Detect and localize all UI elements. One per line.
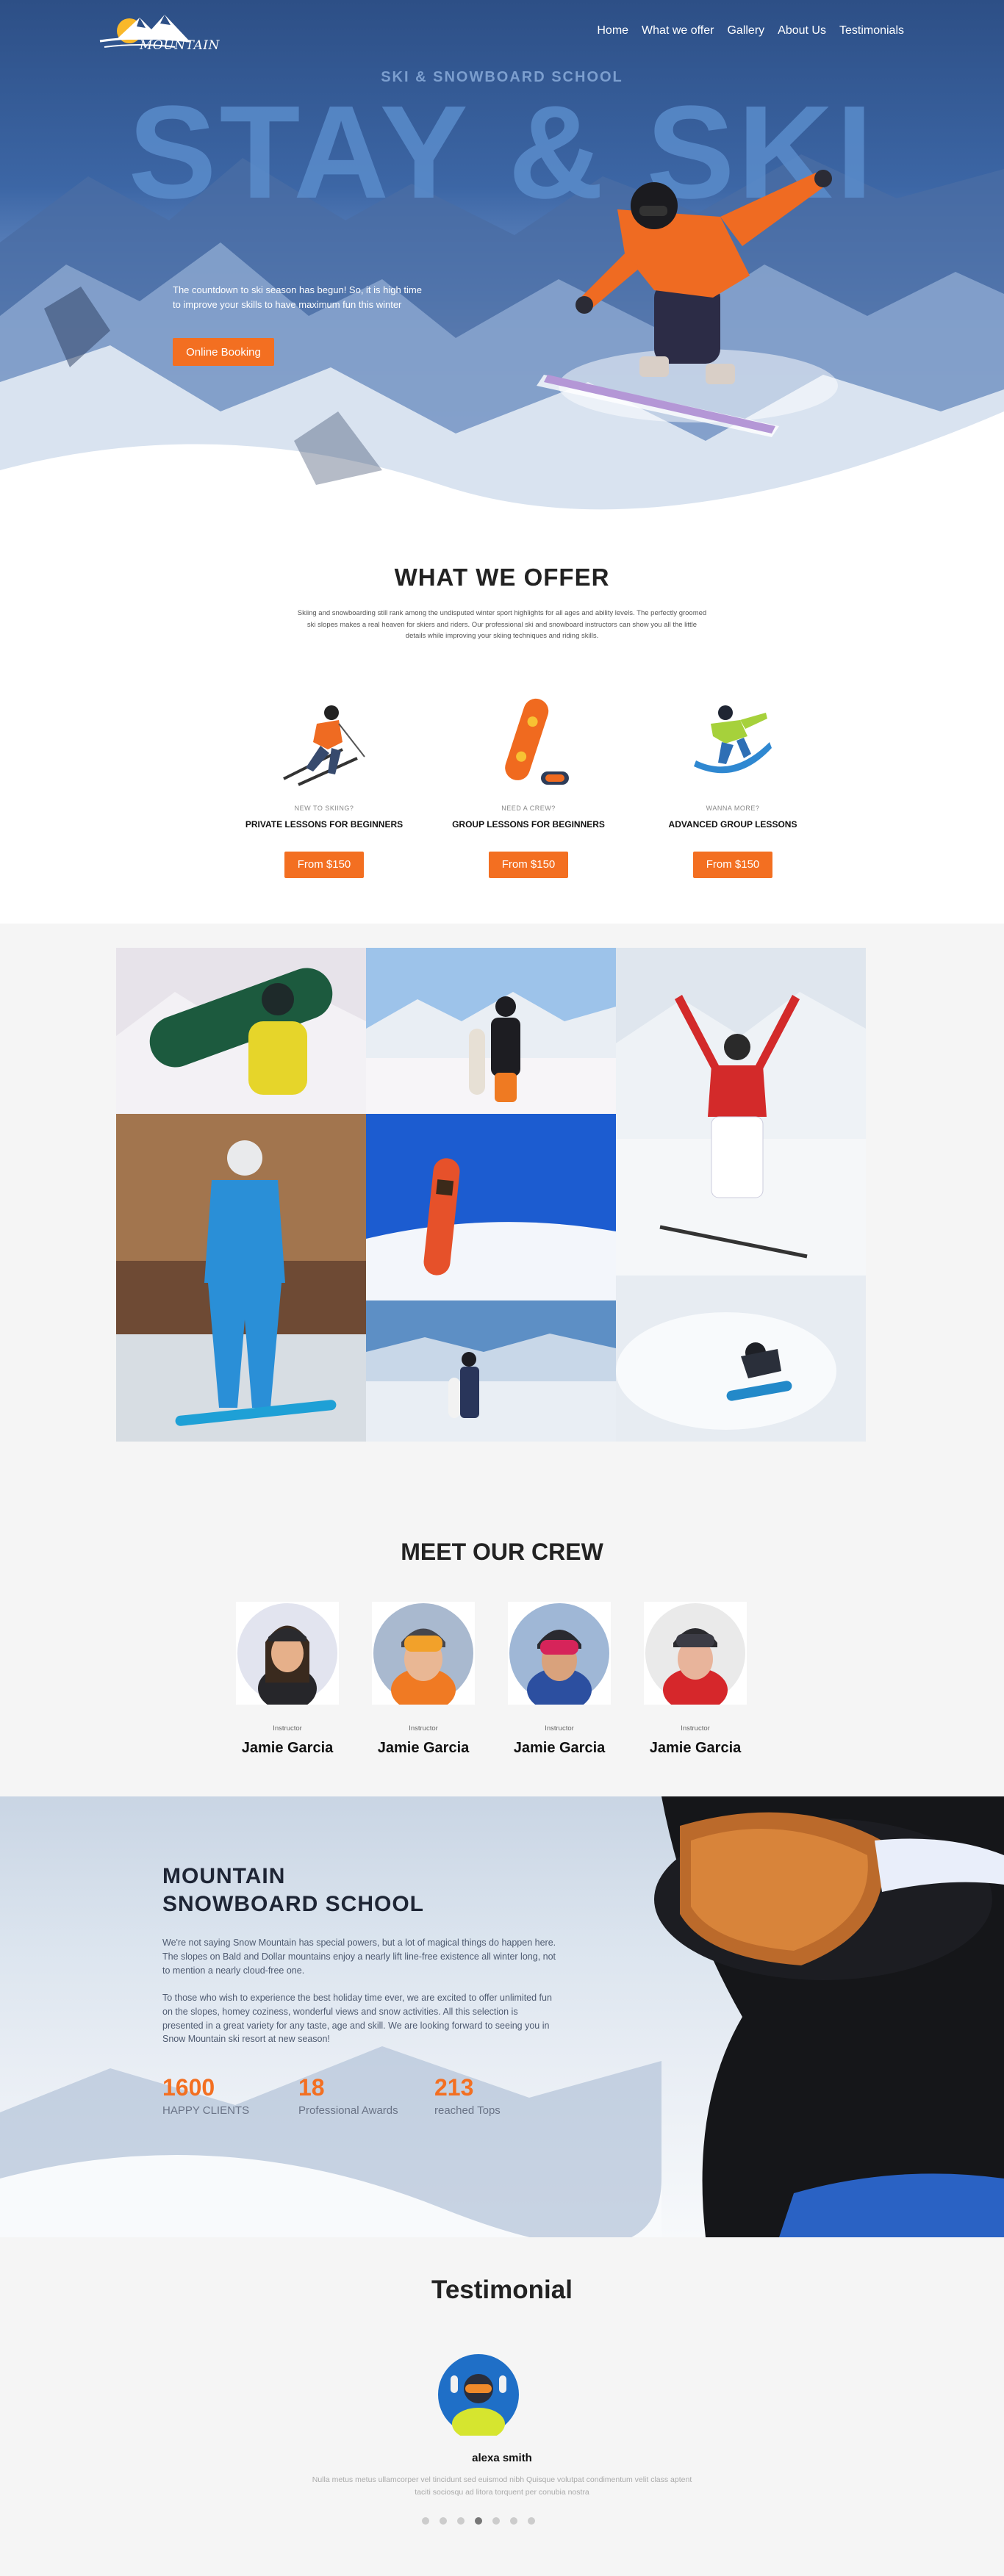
- crew-member-1: Instructor Jamie Garcia: [232, 1602, 343, 1757]
- testimonial-avatar: [438, 2354, 519, 2436]
- main-menu: Home What we offer Gallery About Us Test…: [597, 24, 904, 37]
- avatar[interactable]: [644, 1602, 747, 1712]
- gallery-photo-mountain-rider[interactable]: [366, 948, 616, 1114]
- about-paragraph-1: We're not saying Snow Mountain has speci…: [162, 1938, 556, 1976]
- offer-title: WHAT WE OFFER: [394, 564, 610, 591]
- nav-about-us[interactable]: About Us: [778, 24, 826, 37]
- nav-testimonials[interactable]: Testimonials: [839, 24, 904, 37]
- skier-icon: [283, 705, 365, 786]
- offer-name: ADVANCED GROUP LESSONS: [668, 819, 797, 830]
- snowboarder-image: [537, 170, 838, 437]
- offer-tag: NEW TO SKIING?: [294, 805, 354, 812]
- pagination-dot[interactable]: [510, 2517, 517, 2525]
- stat-number: 1600: [162, 2074, 215, 2101]
- crew-role: Instructor: [273, 1724, 302, 1733]
- offer-card-private: NEW TO SKIING? PRIVATE LESSONS FOR BEGIN…: [243, 691, 405, 878]
- pagination-dot[interactable]: [440, 2517, 447, 2525]
- stat-number: 18: [298, 2074, 325, 2101]
- offer-price-button[interactable]: From $150: [488, 851, 569, 878]
- offer-section: WHAT WE OFFER Skiing and snowboarding st…: [0, 533, 1004, 924]
- offer-description: Skiing and snowboarding still rank among…: [297, 609, 707, 641]
- stat-label: HAPPY CLIENTS: [162, 2104, 250, 2117]
- gallery-photo-happy-skier[interactable]: [616, 948, 866, 1276]
- about-paragraph-2: To those who wish to experience the best…: [162, 1993, 552, 2045]
- offer-card-advanced: WANNA MORE? ADVANCED GROUP LESSONS From …: [652, 691, 814, 878]
- gallery-section: [0, 924, 1004, 1471]
- about-title: MOUNTAIN SNOWBOARD SCHOOL: [162, 1863, 424, 1919]
- pagination-dot[interactable]: [457, 2517, 465, 2525]
- crew-role: Instructor: [409, 1724, 438, 1733]
- avatar[interactable]: [372, 1602, 475, 1712]
- online-booking-button[interactable]: Online Booking: [173, 338, 274, 366]
- avatar[interactable]: [236, 1602, 339, 1710]
- pagination-dot[interactable]: [475, 2517, 482, 2525]
- gallery-photo-powder-spray[interactable]: [616, 1276, 866, 1442]
- about-title-line1: MOUNTAIN: [162, 1864, 286, 1888]
- stat-label: reached Tops: [434, 2104, 501, 2117]
- crew-member-3: Instructor Jamie Garcia: [504, 1602, 614, 1757]
- crew-role: Instructor: [545, 1724, 574, 1733]
- gallery-photo-snowboard-in-snow[interactable]: [366, 1114, 616, 1300]
- gallery-photo-blue-skier[interactable]: [116, 1114, 366, 1442]
- about-section: MOUNTAIN SNOWBOARD SCHOOL We're not sayi…: [0, 1796, 1004, 2237]
- stat-label: Professional Awards: [298, 2104, 398, 2117]
- nav-gallery[interactable]: Gallery: [727, 24, 764, 37]
- snowboard-icon: [505, 698, 569, 785]
- testimonial-pagination: [422, 2517, 535, 2525]
- offer-name: GROUP LESSONS FOR BEGINNERS: [452, 819, 605, 830]
- testimonial-author: alexa smith: [472, 2452, 532, 2464]
- testimonial-title: Testimonial: [431, 2275, 573, 2304]
- nav-what-we-offer[interactable]: What we offer: [642, 24, 714, 37]
- offer-tag: WANNA MORE?: [706, 805, 760, 812]
- testimonial-text: Nulla metus metus ullamcorper vel tincid…: [312, 2475, 692, 2497]
- crew-role: Instructor: [681, 1724, 710, 1733]
- stat-reached-tops: 213 reached Tops: [434, 2074, 501, 2117]
- avatar[interactable]: [508, 1602, 611, 1712]
- crew-name: Jamie Garcia: [513, 1740, 606, 1756]
- stat-professional-awards: 18 Professional Awards: [298, 2074, 398, 2117]
- hero-section: MOUNTAIN Home What we offer Gallery Abou…: [0, 0, 1004, 533]
- crew-name: Jamie Garcia: [377, 1740, 470, 1756]
- crew-member-2: Instructor Jamie Garcia: [368, 1602, 478, 1757]
- offer-price-button[interactable]: From $150: [284, 851, 365, 878]
- top-nav: MOUNTAIN Home What we offer Gallery Abou…: [0, 0, 1004, 66]
- pagination-dot[interactable]: [492, 2517, 500, 2525]
- pagination-dot[interactable]: [422, 2517, 429, 2525]
- gallery-photo-snowboard-girl[interactable]: [116, 948, 366, 1114]
- testimonial-section: Testimonial alexa smith Nulla metus metu…: [0, 2237, 1004, 2576]
- gallery-photo-cliff-view[interactable]: [366, 1300, 616, 1442]
- crew-member-4: Instructor Jamie Garcia: [640, 1602, 750, 1757]
- offer-name: PRIVATE LESSONS FOR BEGINNERS: [245, 819, 404, 830]
- crew-section: MEET OUR CREW Instructor Jamie Garcia In…: [0, 1471, 1004, 1796]
- crew-title: MEET OUR CREW: [401, 1539, 603, 1565]
- offer-card-group: NEED A CREW? GROUP LESSONS FOR BEGINNERS…: [448, 691, 609, 878]
- pagination-dot[interactable]: [528, 2517, 535, 2525]
- about-title-line2: SNOWBOARD SCHOOL: [162, 1892, 424, 1917]
- snowboarder-icon: [694, 705, 772, 774]
- stat-happy-clients: 1600 HAPPY CLIENTS: [162, 2074, 249, 2117]
- hero-description: The countdown to ski season has begun! S…: [173, 284, 422, 310]
- logo-text: MOUNTAIN: [140, 38, 220, 53]
- offer-price-button[interactable]: From $150: [692, 851, 773, 878]
- stat-number: 213: [434, 2074, 474, 2101]
- offer-tag: NEED A CREW?: [501, 805, 556, 812]
- crew-name: Jamie Garcia: [649, 1740, 742, 1756]
- nav-home[interactable]: Home: [597, 24, 628, 37]
- crew-name: Jamie Garcia: [241, 1740, 334, 1756]
